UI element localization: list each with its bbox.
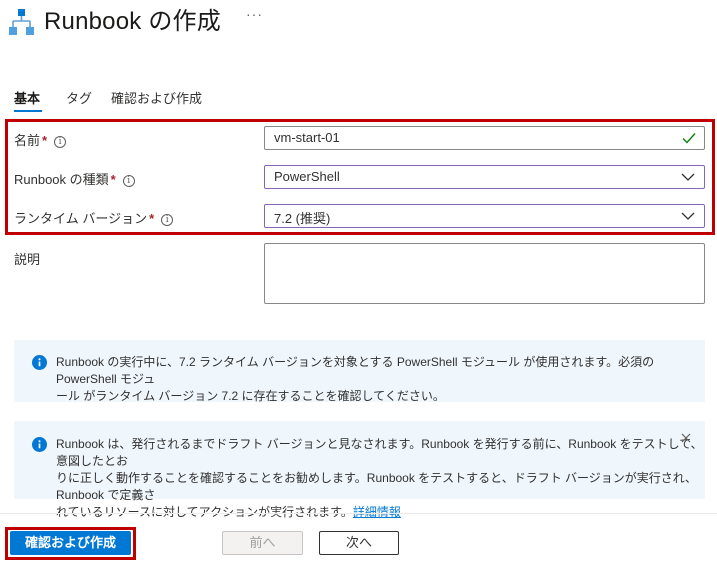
info-text-line: Runbook の実行中に、7.2 ランタイム バージョンを対象とする Powe… bbox=[56, 355, 655, 386]
info-icon[interactable]: i bbox=[54, 136, 67, 148]
previous-button[interactable]: 前へ bbox=[222, 531, 303, 555]
close-icon[interactable] bbox=[681, 433, 691, 443]
next-button[interactable]: 次へ bbox=[319, 531, 399, 555]
description-label: 説明 bbox=[14, 252, 41, 267]
tab-tags[interactable]: タグ bbox=[66, 88, 92, 107]
runtime-version-select[interactable]: 7.2 (推奨) bbox=[264, 204, 705, 228]
info-icon[interactable]: i bbox=[122, 175, 135, 187]
checkmark-icon bbox=[682, 133, 696, 144]
chevron-down-icon bbox=[681, 173, 695, 181]
info-icon bbox=[32, 355, 47, 370]
info-text-line: りに正しく動作することを確認することをお勧めします。Runbook をテストする… bbox=[56, 471, 697, 502]
blade-header: Runbook の作成 ··· bbox=[0, 0, 717, 40]
required-asterisk: * bbox=[149, 211, 155, 226]
active-tab-indicator bbox=[14, 110, 42, 112]
chevron-down-icon bbox=[681, 212, 695, 220]
footer-divider bbox=[0, 513, 717, 514]
more-options-button[interactable]: ··· bbox=[246, 6, 263, 22]
info-icon[interactable]: i bbox=[161, 214, 174, 226]
page-title: Runbook の作成 bbox=[44, 8, 221, 35]
info-text-line: れているリソースに対してアクションが実行されます。 bbox=[56, 505, 353, 519]
learn-more-link[interactable]: 詳細情報 bbox=[353, 505, 401, 519]
name-input[interactable]: vm-start-01 bbox=[264, 126, 705, 150]
runbook-hierarchy-icon bbox=[9, 9, 34, 35]
info-text-line: Runbook は、発行されるまでドラフト バージョンと見なされます。Runbo… bbox=[56, 437, 703, 468]
review-create-button[interactable]: 確認および作成 bbox=[10, 531, 131, 555]
required-asterisk: * bbox=[110, 172, 116, 187]
runbook-type-select[interactable]: PowerShell bbox=[264, 165, 705, 189]
tab-basics[interactable]: 基本 bbox=[14, 88, 40, 107]
runbook-type-label: Runbook の種類 * i bbox=[14, 169, 135, 188]
runtime-version-label: ランタイム バージョン * i bbox=[14, 208, 174, 227]
info-message-draft: Runbook は、発行されるまでドラフト バージョンと見なされます。Runbo… bbox=[14, 421, 705, 519]
description-textarea[interactable] bbox=[264, 243, 705, 304]
info-icon bbox=[32, 437, 47, 452]
info-message-runtime: Runbook の実行中に、7.2 ランタイム バージョンを対象とする Powe… bbox=[14, 340, 705, 403]
name-label: 名前 * i bbox=[14, 130, 67, 149]
required-asterisk: * bbox=[42, 133, 48, 148]
info-text-line: ール がランタイム バージョン 7.2 に存在することを確認してください。 bbox=[56, 389, 445, 403]
tab-review-create[interactable]: 確認および作成 bbox=[111, 88, 202, 107]
